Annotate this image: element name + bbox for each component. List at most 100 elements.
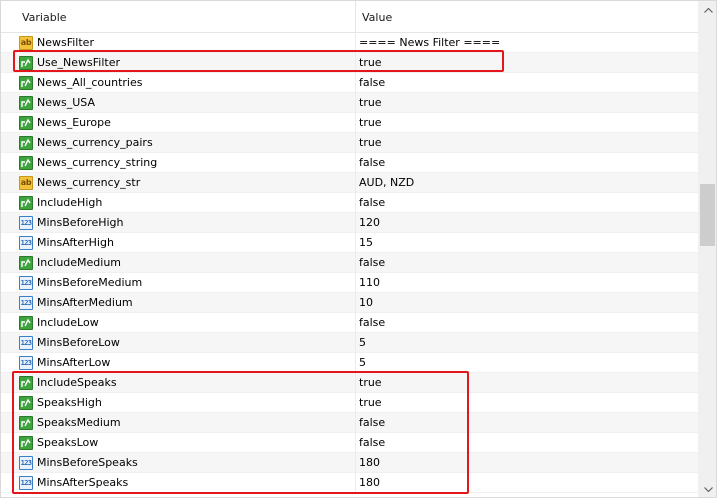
value-column-header[interactable]: Value bbox=[362, 1, 392, 32]
variable-value[interactable]: 10 bbox=[359, 293, 373, 313]
string-type-label: ab bbox=[20, 178, 32, 187]
cell-divider bbox=[355, 293, 356, 313]
integer-type-label: 123 bbox=[20, 479, 32, 487]
variable-column-header[interactable]: Variable bbox=[22, 1, 67, 32]
variable-name: IncludeSpeaks bbox=[37, 376, 117, 389]
variable-value[interactable]: false bbox=[359, 253, 385, 273]
cell-divider bbox=[355, 133, 356, 153]
bool-type-icon bbox=[19, 436, 33, 450]
variable-value[interactable]: false bbox=[359, 153, 385, 173]
bool-type-icon bbox=[19, 256, 33, 270]
parameter-row[interactable]: News_USA true bbox=[1, 93, 698, 113]
parameter-row[interactable]: SpeaksMedium false bbox=[1, 413, 698, 433]
integer-type-icon: 123 bbox=[19, 456, 33, 470]
variable-name: MinsAfterHigh bbox=[37, 236, 114, 249]
scroll-up-arrow-icon[interactable] bbox=[698, 2, 716, 19]
string-type-label: ab bbox=[20, 38, 32, 47]
string-type-icon: ab bbox=[19, 36, 33, 50]
variable-value[interactable]: true bbox=[359, 93, 382, 113]
parameter-row[interactable]: IncludeHigh false bbox=[1, 193, 698, 213]
parameter-row[interactable]: 123 MinsAfterLow 5 bbox=[1, 353, 698, 373]
cell-divider bbox=[355, 193, 356, 213]
variable-name: News_All_countries bbox=[37, 76, 143, 89]
integer-type-label: 123 bbox=[20, 359, 32, 367]
variable-value[interactable]: false bbox=[359, 73, 385, 93]
parameter-row[interactable]: 123 MinsBeforeMedium 110 bbox=[1, 273, 698, 293]
parameter-row[interactable]: 123 MinsBeforeSpeaks 180 bbox=[1, 453, 698, 473]
scroll-down-arrow-icon[interactable] bbox=[698, 481, 716, 497]
variable-value[interactable]: 120 bbox=[359, 213, 380, 233]
integer-type-icon: 123 bbox=[19, 356, 33, 370]
cell-divider bbox=[355, 153, 356, 173]
cell-divider bbox=[355, 313, 356, 333]
cell-divider bbox=[355, 273, 356, 293]
integer-type-label: 123 bbox=[20, 459, 32, 467]
variable-name: News_currency_string bbox=[37, 156, 158, 169]
parameter-row[interactable]: IncludeMedium false bbox=[1, 253, 698, 273]
variable-value[interactable]: 180 bbox=[359, 453, 380, 473]
variable-value[interactable]: ==== News Filter ==== bbox=[359, 33, 500, 53]
parameter-row[interactable]: Use_NewsFilter true bbox=[1, 53, 698, 73]
variable-name: IncludeLow bbox=[37, 316, 99, 329]
parameter-row[interactable]: SpeaksLow false bbox=[1, 433, 698, 453]
parameter-row[interactable]: IncludeSpeaks true bbox=[1, 373, 698, 393]
parameter-row[interactable]: News_currency_pairs true bbox=[1, 133, 698, 153]
column-divider[interactable] bbox=[355, 1, 356, 32]
variable-value[interactable]: 5 bbox=[359, 333, 366, 353]
parameter-row[interactable]: 123 MinsBeforeHigh 120 bbox=[1, 213, 698, 233]
variable-value[interactable]: true bbox=[359, 133, 382, 153]
bool-type-icon bbox=[19, 396, 33, 410]
bool-type-icon bbox=[19, 136, 33, 150]
integer-type-label: 123 bbox=[20, 339, 32, 347]
vertical-scrollbar[interactable] bbox=[698, 1, 716, 497]
variable-value[interactable]: 5 bbox=[359, 353, 366, 373]
parameter-row[interactable]: 123 MinsAfterHigh 15 bbox=[1, 233, 698, 253]
cell-divider bbox=[355, 333, 356, 353]
cell-divider bbox=[355, 373, 356, 393]
parameter-row[interactable]: SpeaksHigh true bbox=[1, 393, 698, 413]
integer-type-label: 123 bbox=[20, 299, 32, 307]
variable-value[interactable]: false bbox=[359, 413, 385, 433]
string-type-icon: ab bbox=[19, 176, 33, 190]
variable-name: MinsAfterSpeaks bbox=[37, 476, 129, 489]
variable-value[interactable]: false bbox=[359, 193, 385, 213]
scrollbar-thumb[interactable] bbox=[700, 184, 715, 246]
cell-divider bbox=[355, 233, 356, 253]
parameter-row[interactable]: News_All_countries false bbox=[1, 73, 698, 93]
variable-value[interactable]: false bbox=[359, 313, 385, 333]
column-header: Variable Value bbox=[1, 1, 698, 33]
cell-divider bbox=[355, 113, 356, 133]
cell-divider bbox=[355, 473, 356, 493]
integer-type-label: 123 bbox=[20, 219, 32, 227]
parameter-row[interactable]: 123 MinsAfterMedium 10 bbox=[1, 293, 698, 313]
variable-value[interactable]: true bbox=[359, 113, 382, 133]
variable-name: MinsBeforeLow bbox=[37, 336, 120, 349]
variable-value[interactable]: 110 bbox=[359, 273, 380, 293]
cell-divider bbox=[355, 393, 356, 413]
variable-value[interactable]: AUD, NZD bbox=[359, 173, 414, 193]
variable-name: IncludeMedium bbox=[37, 256, 122, 269]
variable-name: News_currency_pairs bbox=[37, 136, 153, 149]
parameter-row[interactable]: ab NewsFilter ==== News Filter ==== bbox=[1, 33, 698, 53]
variable-value[interactable]: true bbox=[359, 373, 382, 393]
variable-value[interactable]: true bbox=[359, 53, 382, 73]
parameter-row[interactable]: 123 MinsAfterSpeaks 180 bbox=[1, 473, 698, 493]
cell-divider bbox=[355, 453, 356, 473]
parameter-row[interactable]: ab News_currency_str AUD, NZD bbox=[1, 173, 698, 193]
parameter-row[interactable]: News_Europe true bbox=[1, 113, 698, 133]
variable-value[interactable]: 15 bbox=[359, 233, 373, 253]
parameter-row[interactable]: News_currency_string false bbox=[1, 153, 698, 173]
parameter-row[interactable]: 123 MinsBeforeLow 5 bbox=[1, 333, 698, 353]
variable-name: SpeaksMedium bbox=[37, 416, 121, 429]
variable-value[interactable]: true bbox=[359, 393, 382, 413]
variable-name: SpeaksHigh bbox=[37, 396, 102, 409]
variable-name: Use_NewsFilter bbox=[37, 56, 121, 69]
variable-value[interactable]: false bbox=[359, 433, 385, 453]
variable-name: SpeaksLow bbox=[37, 436, 99, 449]
cell-divider bbox=[355, 353, 356, 373]
variable-value[interactable]: 180 bbox=[359, 473, 380, 493]
bool-type-icon bbox=[19, 316, 33, 330]
integer-type-icon: 123 bbox=[19, 476, 33, 490]
parameter-row[interactable]: IncludeLow false bbox=[1, 313, 698, 333]
integer-type-icon: 123 bbox=[19, 336, 33, 350]
